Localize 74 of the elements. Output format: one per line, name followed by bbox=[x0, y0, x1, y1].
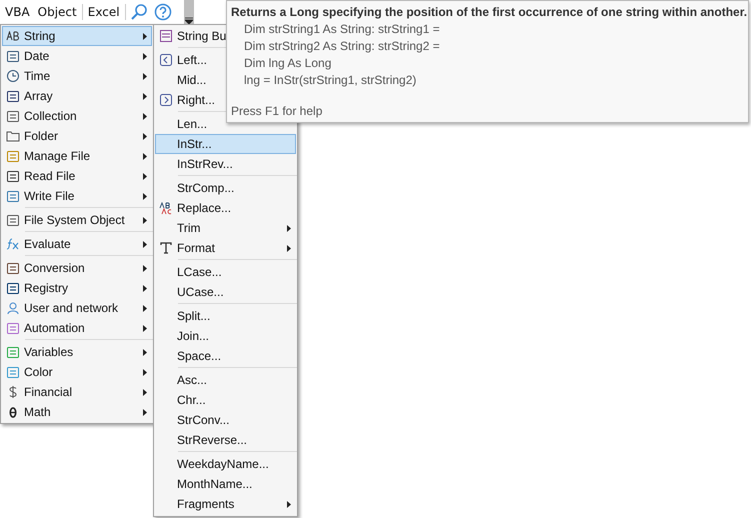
tooltip-title: Returns a Long specifying the position of the first occurrence of one string within another. bbox=[231, 5, 744, 21]
search-icon bbox=[130, 3, 148, 21]
menu-item[interactable]: Fragments bbox=[155, 494, 296, 514]
text-format-icon bbox=[160, 242, 172, 254]
menu-item[interactable]: Chr... bbox=[155, 390, 296, 410]
menu-item[interactable]: Asc... bbox=[155, 370, 296, 390]
menu-item[interactable]: Automation bbox=[2, 318, 152, 338]
code-line: lng = InStr(strString1, strString2) bbox=[243, 73, 418, 89]
menu-item[interactable]: Date bbox=[2, 46, 152, 66]
menu-item[interactable]: InStr... bbox=[155, 134, 296, 154]
chevron-left-icon bbox=[160, 54, 172, 66]
menu-item[interactable]: Join... bbox=[155, 326, 296, 346]
menu-item[interactable]: Folder bbox=[2, 126, 152, 146]
menu-item[interactable]: Replace... bbox=[155, 198, 296, 218]
menu-item[interactable]: Trim bbox=[155, 218, 296, 238]
menu-item[interactable]: Color bbox=[2, 362, 152, 382]
menu-item-icon bbox=[6, 110, 20, 122]
toolbar-dropdown[interactable] bbox=[184, 0, 194, 24]
menu-item[interactable]: Evaluate bbox=[2, 234, 152, 254]
folder-icon bbox=[6, 130, 20, 142]
tooltip-footer: Press F1 for help bbox=[231, 104, 744, 118]
menu-item[interactable]: StrConv... bbox=[155, 410, 296, 430]
list-icon bbox=[160, 30, 172, 42]
menu-item[interactable]: UCase... bbox=[155, 282, 296, 302]
menu-item[interactable]: StrComp... bbox=[155, 178, 296, 198]
menu-item[interactable]: StrReverse... bbox=[155, 430, 296, 450]
menu-item-icon bbox=[6, 262, 20, 274]
menu-item[interactable]: MonthName... bbox=[155, 474, 296, 494]
menu-item-icon bbox=[6, 366, 20, 378]
menu-item-icon bbox=[6, 214, 20, 226]
menu-item[interactable]: User and network bbox=[2, 298, 152, 318]
menu-item-icon bbox=[6, 346, 20, 358]
menu-item[interactable]: Read File bbox=[2, 166, 152, 186]
menu-item[interactable]: Time bbox=[2, 66, 152, 86]
menu-item[interactable]: Variables bbox=[2, 342, 152, 362]
menu-item-icon bbox=[6, 90, 20, 102]
menu-item-icon bbox=[6, 282, 20, 294]
person-icon bbox=[6, 302, 18, 314]
menu-item[interactable]: WeekdayName... bbox=[155, 454, 296, 474]
menu-item-icon bbox=[6, 170, 20, 182]
menu-item-icon bbox=[6, 150, 20, 162]
menu-item[interactable]: Write File bbox=[2, 186, 152, 206]
chevron-right-icon bbox=[160, 94, 172, 106]
menu-item[interactable]: Registry bbox=[2, 278, 152, 298]
toolbar-button[interactable]: Object bbox=[34, 1, 80, 23]
toolbar-button[interactable]: Excel bbox=[84, 1, 123, 23]
menu-item[interactable]: Space... bbox=[155, 346, 296, 366]
dollar-icon bbox=[8, 385, 16, 399]
clock-icon bbox=[6, 69, 20, 83]
menu-item-icon bbox=[6, 322, 20, 334]
menu-item-icon bbox=[6, 50, 20, 62]
help-icon bbox=[154, 3, 172, 21]
menu-item[interactable]: Collection bbox=[2, 106, 152, 126]
menu-item[interactable]: File System Object bbox=[2, 210, 152, 230]
string-icon bbox=[6, 31, 20, 41]
menu-item[interactable]: Array bbox=[2, 86, 152, 106]
menu-item-icon bbox=[6, 190, 20, 202]
code-line: Dim lng As Long bbox=[243, 56, 332, 72]
toolbar-button[interactable]: VBA bbox=[2, 1, 33, 23]
menu-item[interactable]: String bbox=[2, 26, 152, 46]
function-icon bbox=[6, 238, 20, 250]
menu-item[interactable]: Financial bbox=[2, 382, 152, 402]
menu-item[interactable]: Math bbox=[2, 402, 152, 422]
replace-icon bbox=[159, 202, 172, 214]
menu-item[interactable]: Split... bbox=[155, 306, 296, 326]
code-line: Dim strString1 As String: strString1 = bbox=[243, 22, 441, 38]
menu-item[interactable]: InStrRev... bbox=[155, 154, 296, 174]
theta-icon bbox=[8, 406, 16, 418]
menu-item[interactable]: Conversion bbox=[2, 258, 152, 278]
menu-item[interactable]: Manage File bbox=[2, 146, 152, 166]
caret-icon bbox=[184, 17, 193, 24]
menu-item[interactable]: Format bbox=[155, 238, 296, 258]
code-line: Dim strString2 As String: strString2 = bbox=[243, 39, 441, 55]
menu-item[interactable]: LCase... bbox=[155, 262, 296, 282]
